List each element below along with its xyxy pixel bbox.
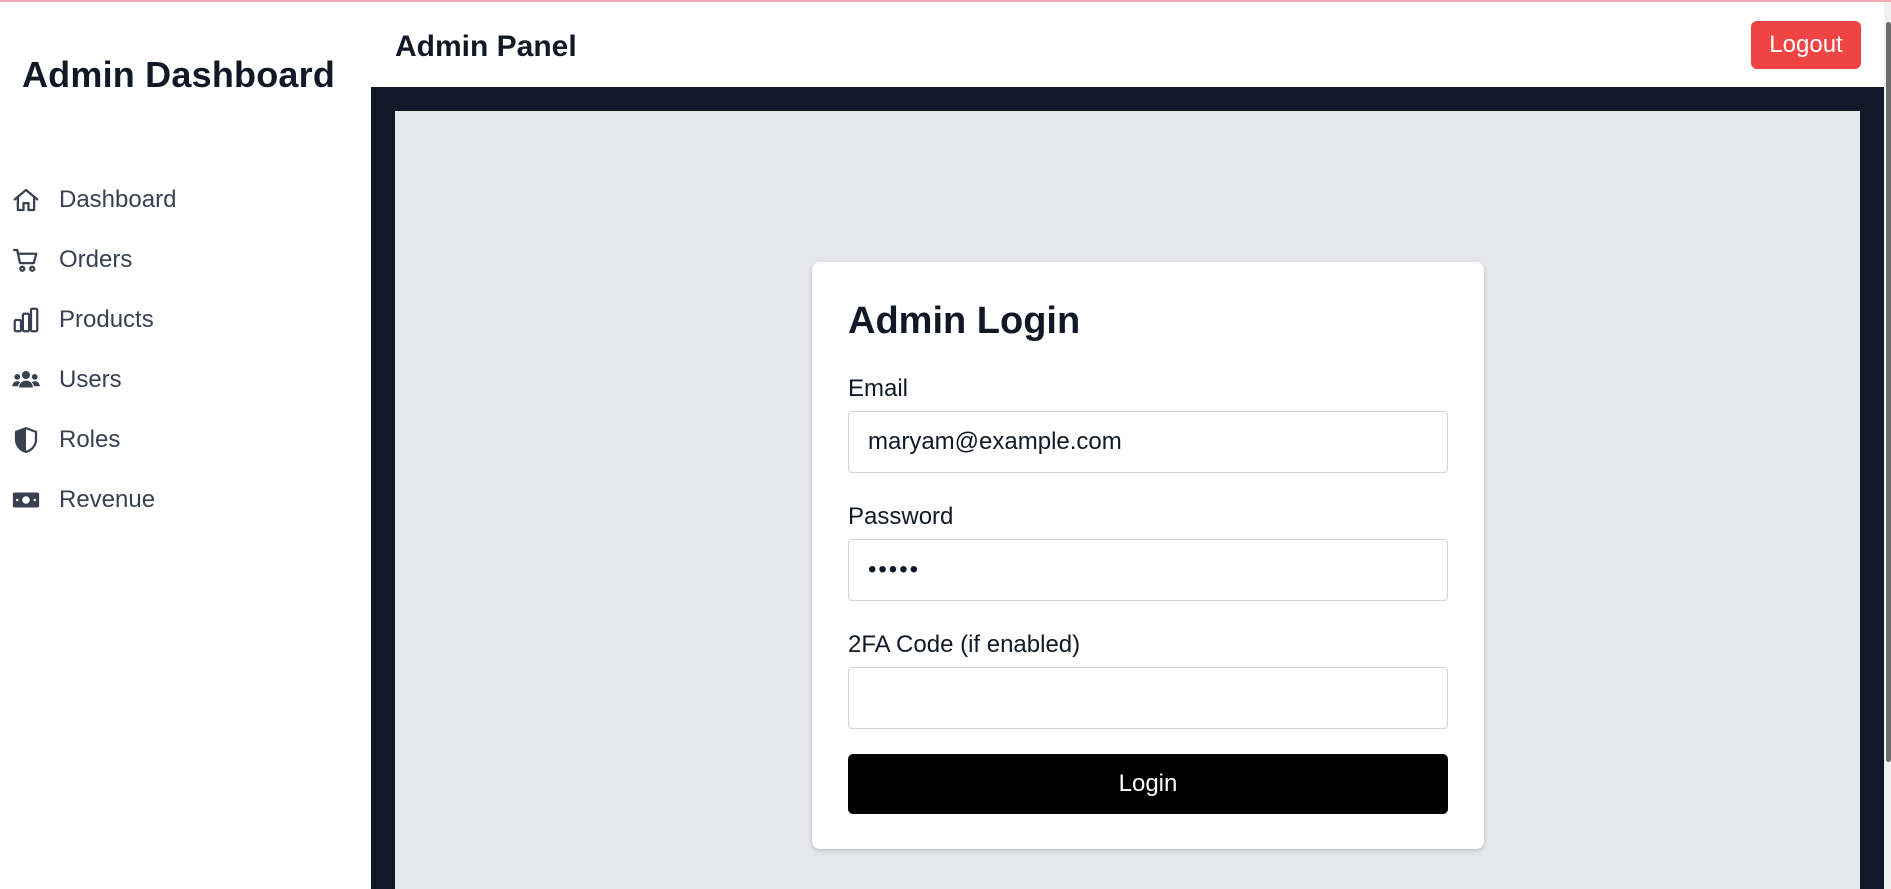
sidebar-item-orders[interactable]: Orders	[0, 230, 371, 290]
login-title: Admin Login	[848, 300, 1081, 342]
twofa-label: 2FA Code (if enabled)	[848, 631, 1081, 658]
sidebar-item-revenue[interactable]: Revenue	[0, 470, 371, 530]
top-header: Admin Panel Logout	[371, 2, 1884, 87]
sidebar-item-label: Roles	[59, 426, 121, 453]
page-title: Admin Panel	[395, 30, 577, 63]
password-value: •••••	[868, 556, 921, 583]
logout-button[interactable]: Logout	[1751, 21, 1861, 69]
users-icon	[11, 365, 41, 395]
sidebar-item-label: Users	[59, 366, 122, 393]
sidebar-brand: Admin Dashboard	[21, 54, 336, 95]
sidebar-item-label: Orders	[59, 246, 133, 273]
email-label: Email	[848, 375, 909, 402]
sidebar-nav: Dashboard Orders Products Users Roles Re…	[0, 170, 371, 530]
sidebar-item-label: Revenue	[59, 486, 156, 513]
main-area: Admin Panel Logout Admin Login Email mar…	[371, 2, 1884, 889]
login-card: Admin Login Email maryam@example.com Pas…	[812, 262, 1484, 849]
sidebar-item-roles[interactable]: Roles	[0, 410, 371, 470]
twofa-field[interactable]	[848, 667, 1448, 729]
home-icon	[11, 185, 41, 215]
bar-chart-icon	[11, 305, 41, 335]
password-label: Password	[848, 503, 954, 530]
sidebar-item-label: Dashboard	[59, 186, 177, 213]
page-scrollbar[interactable]	[1884, 2, 1891, 889]
sidebar-item-users[interactable]: Users	[0, 350, 371, 410]
sidebar-item-products[interactable]: Products	[0, 290, 371, 350]
cart-icon	[11, 245, 41, 275]
sidebar-item-dashboard[interactable]: Dashboard	[0, 170, 371, 230]
content-area: Admin Login Email maryam@example.com Pas…	[395, 111, 1860, 889]
email-field[interactable]: maryam@example.com	[848, 411, 1448, 473]
password-field[interactable]: •••••	[848, 539, 1448, 601]
sidebar: Admin Dashboard Dashboard Orders Product…	[0, 2, 371, 889]
login-button[interactable]: Login	[848, 754, 1448, 814]
email-value: maryam@example.com	[868, 428, 1122, 455]
money-icon	[11, 485, 41, 515]
shield-icon	[11, 425, 41, 455]
scrollbar-thumb[interactable]	[1886, 22, 1891, 762]
sidebar-item-label: Products	[59, 306, 154, 333]
